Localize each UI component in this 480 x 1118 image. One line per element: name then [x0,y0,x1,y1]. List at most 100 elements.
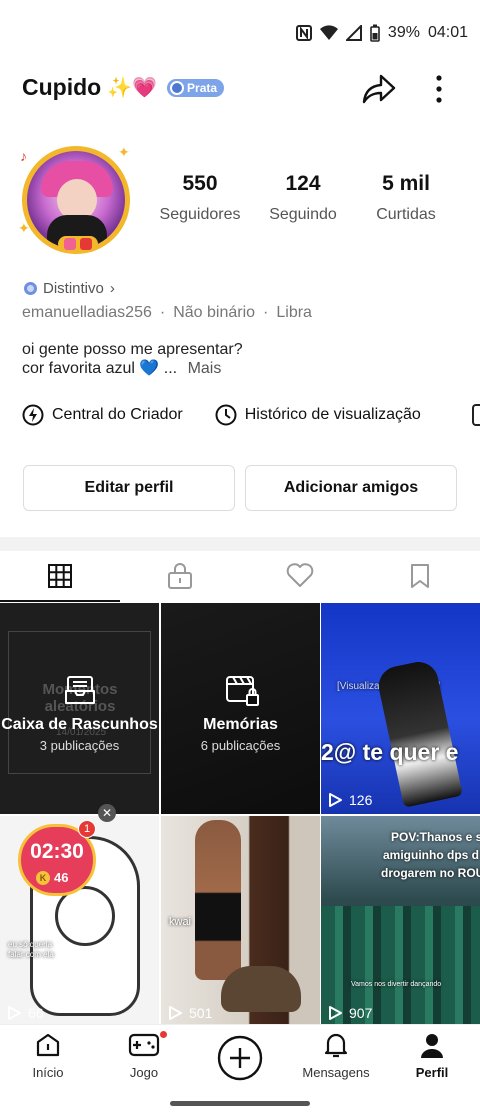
tab-posts[interactable] [0,551,120,601]
view-count-value: 501 [189,1005,213,1021]
stat-likes[interactable]: 5 mil Curtidas [351,172,461,224]
bio-more-link[interactable]: Mais [188,360,222,377]
bio-ellipsis: ... [163,360,178,377]
view-count-value: 907 [349,1005,373,1021]
video-tile[interactable]: kwai 501 [161,816,320,1027]
video-subtitle: Vamos nos divertir dançando [351,981,442,988]
heart-icon [286,563,314,587]
tab-private[interactable] [120,551,240,601]
more-tools-edge[interactable] [472,404,480,426]
content-tabs [0,551,480,602]
profile-name-text: Cupido [22,74,102,100]
memories-clapper-icon [226,676,259,706]
clock-time: 04:01 [427,24,468,41]
widget-close-button[interactable]: ✕ [98,804,116,822]
play-icon [6,1005,22,1021]
nfc-icon [295,25,312,41]
tab-liked[interactable] [240,551,360,601]
watch-history-button[interactable]: Histórico de visualização [215,404,421,426]
zodiac: Libra [276,304,312,321]
widget-coins: K 46 [36,870,68,885]
play-icon [327,792,343,808]
avatar[interactable]: ♪ ✦ ✦ [18,140,136,258]
edit-profile-button[interactable]: Editar perfil [23,465,235,511]
nav-home[interactable]: Início [0,1031,96,1085]
nav-label: Perfil [415,1065,449,1080]
bottom-navigation: Início Jogo Mensagens Perfil [0,1024,480,1090]
stat-following[interactable]: 124 Seguindo [248,172,358,224]
creator-tools-row: Central do Criador Histórico de visualiz… [22,402,453,428]
share-icon [362,74,396,104]
view-count-value: 126 [349,792,373,808]
tier-badge[interactable]: Prata [167,78,225,97]
separator: · [263,304,269,321]
nav-profile[interactable]: Perfil [384,1031,480,1085]
more-vertical-icon [436,75,442,103]
gender: Não binário [173,304,256,321]
bio-line: oi gente posso me apresentar? [22,341,243,358]
bell-icon [324,1033,348,1058]
chevron-right-icon: › [109,280,115,297]
distintivo-label: Distintivo [43,280,104,297]
profile-name: Cupido ✨💗 Prata [22,74,225,101]
nav-messages[interactable]: Mensagens [288,1031,384,1085]
bio-line-2: cor favorita azul 💙 ... Mais [22,359,243,378]
battery-percent: 39% [387,24,420,41]
profile-name-emoji: ✨💗 [107,77,158,99]
play-icon [167,1005,183,1021]
view-count: 501 [167,1005,212,1021]
more-options-button[interactable] [424,70,454,108]
tab-saved[interactable] [360,551,480,601]
battery-icon [370,24,380,42]
view-count: 907 [327,1005,372,1021]
drafts-box-icon [65,676,95,704]
tier-badge-icon [170,80,185,95]
video-dog [221,966,301,1012]
status-bar: 39% 04:01 [0,0,480,66]
memories-labels: Memórias 6 publicações [161,716,320,753]
distintivo-link[interactable]: Distintivo › [24,280,115,297]
creator-center-button[interactable]: Central do Criador [22,404,183,426]
video-tile[interactable]: POV:Thanos e s amiguinho dps d drogarem … [321,816,480,1027]
section-divider [0,537,480,551]
bolt-icon [22,404,44,426]
username: emanuelladias256 [22,304,152,321]
person-icon [421,1034,443,1058]
stat-value: 5 mil [382,172,430,195]
tier-badge-label: Prata [187,80,218,95]
profile-stats: 550 Seguidores 124 Seguindo 5 mil Curtid… [148,172,468,232]
video-caption-line: amiguinho dps d [383,848,479,862]
share-button[interactable] [360,70,398,108]
drafts-labels: Caixa de Rascunhos 3 publicações [0,716,159,753]
home-indicator[interactable] [170,1101,310,1106]
drafts-tile[interactable]: Momentos aleatórios 14/01/2025 Caixa de … [0,603,159,814]
status-icons: 39% 04:01 [295,24,468,42]
stat-followers[interactable]: 550 Seguidores [145,172,255,224]
reward-timer-widget[interactable]: 02:30 K 46 1 [18,820,96,896]
play-icon [327,1005,343,1021]
add-friends-button[interactable]: Adicionar amigos [245,465,457,511]
badge-icon [24,282,37,295]
profile-header: Cupido ✨💗 Prata [0,70,480,110]
lock-icon [168,563,192,589]
grid-icon [48,564,72,588]
plus-icon [217,1035,263,1081]
blue-heart-emoji: 💙 [139,360,160,377]
video-tile[interactable]: [Visualização de Emoji] 2@ te quer e 126 [321,603,480,814]
widget-coin-count: 46 [54,870,69,885]
home-icon [36,1033,60,1057]
memories-tile[interactable]: Memórias 6 publicações [161,603,320,814]
widget-notification-badge: 1 [78,820,96,838]
signal-icon [345,25,362,41]
profile-bio: oi gente posso me apresentar? cor favori… [22,340,243,378]
stat-label: Curtidas [376,206,436,223]
video-person [195,820,241,980]
view-count: 126 [327,792,372,808]
stat-value: 124 [285,172,321,195]
video-caption-line: drogarem no ROU [381,866,480,880]
clock-icon [215,404,237,426]
bookmark-icon [411,564,429,588]
view-count-value: 66 [28,1005,44,1021]
nav-create[interactable] [192,1031,288,1085]
nav-games[interactable]: Jogo [96,1031,192,1085]
